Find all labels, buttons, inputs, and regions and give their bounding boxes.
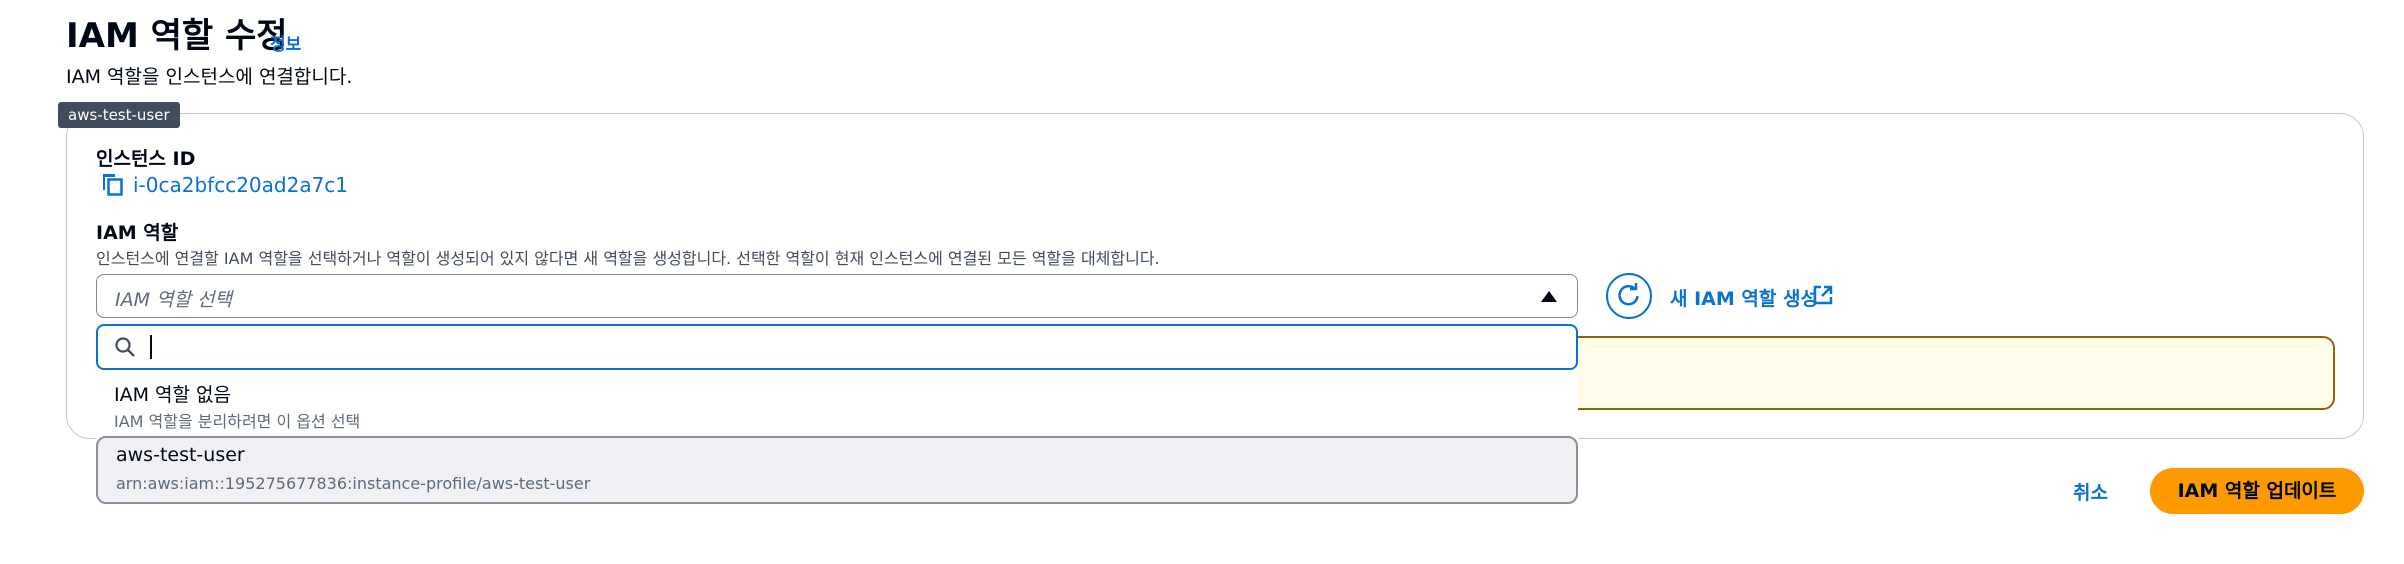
text-cursor bbox=[150, 335, 152, 359]
iam-role-dropdown: IAM 역할 없음 IAM 역할을 분리하려면 이 옵션 선택 aws-test… bbox=[96, 324, 1578, 506]
instance-id-value[interactable]: i-0ca2bfcc20ad2a7c1 bbox=[133, 173, 348, 197]
cancel-button[interactable]: 취소 bbox=[2073, 478, 2108, 505]
option-title: aws-test-user bbox=[116, 444, 245, 466]
option-aws-test-user[interactable]: aws-test-user arn:aws:iam::195275677836:… bbox=[96, 436, 1578, 504]
iam-role-select[interactable]: IAM 역할 선택 bbox=[96, 274, 1578, 318]
option-subtitle: arn:aws:iam::195275677836:instance-profi… bbox=[116, 474, 591, 493]
instance-id-label: 인스턴스 ID bbox=[96, 148, 196, 170]
iam-role-description: 인스턴스에 연결할 IAM 역할을 선택하거나 역할이 생성되어 있지 않다면 … bbox=[96, 249, 1160, 268]
role-search-input[interactable] bbox=[96, 324, 1578, 370]
caret-up-icon bbox=[1541, 291, 1557, 302]
create-iam-role-link[interactable]: 새 IAM 역할 생성 bbox=[1670, 284, 1818, 311]
page-description: IAM 역할을 인스턴스에 연결합니다. bbox=[66, 66, 353, 88]
option-title: IAM 역할 없음 bbox=[114, 384, 231, 406]
info-link[interactable]: 정보 bbox=[270, 30, 301, 55]
refresh-button[interactable] bbox=[1606, 273, 1652, 319]
external-link-icon[interactable] bbox=[1812, 284, 1834, 306]
page-title: IAM 역할 수정 bbox=[66, 16, 288, 56]
option-no-role[interactable]: IAM 역할 없음 IAM 역할을 분리하려면 이 옵션 선택 bbox=[96, 374, 1578, 434]
copy-icon[interactable] bbox=[100, 172, 126, 198]
edit-iam-role-page: IAM 역할 수정 정보 IAM 역할을 인스턴스에 연결합니다. aws-te… bbox=[0, 0, 2404, 564]
search-icon bbox=[115, 337, 135, 357]
warning-alert bbox=[1560, 336, 2335, 410]
tooltip: aws-test-user bbox=[58, 102, 180, 128]
iam-role-label: IAM 역할 bbox=[96, 222, 179, 244]
option-subtitle: IAM 역할을 분리하려면 이 옵션 선택 bbox=[114, 412, 361, 431]
select-placeholder: IAM 역할 선택 bbox=[115, 289, 232, 311]
refresh-icon bbox=[1618, 283, 1639, 306]
update-iam-role-button[interactable]: IAM 역할 업데이트 bbox=[2150, 468, 2364, 514]
